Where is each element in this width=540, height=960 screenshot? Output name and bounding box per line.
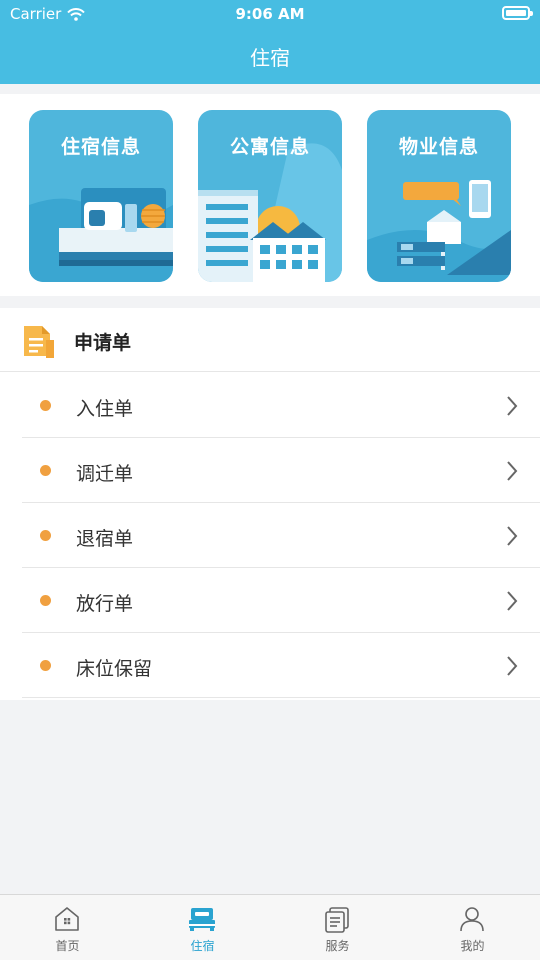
tab-accommodation[interactable]: 住宿 [135, 895, 270, 960]
chevron-right-icon [507, 656, 518, 676]
apartment-info-card[interactable]: 公寓信息 [198, 110, 342, 282]
tab-services[interactable]: 服务 [270, 895, 405, 960]
list-item-label: 入住单 [76, 398, 134, 420]
bullet-dot-icon [40, 530, 51, 541]
chevron-right-icon [507, 461, 518, 481]
property-info-card[interactable]: 物业信息 [367, 110, 511, 282]
chevron-right-icon [507, 396, 518, 416]
tab-profile-label: 我的 [460, 939, 485, 953]
apartment-info-title: 公寓信息 [229, 136, 310, 158]
bed-icon [189, 908, 215, 931]
list-item-bed-reservation[interactable]: 床位保留 [22, 633, 540, 698]
list-item-check-out[interactable]: 退宿单 [22, 503, 540, 568]
tab-home[interactable]: 首页 [0, 895, 135, 960]
list-item-release[interactable]: 放行单 [22, 568, 540, 633]
top-bar: Carrier 9:06 AM 住宿 [0, 0, 540, 84]
documents-icon [325, 907, 349, 933]
list-item-transfer[interactable]: 调迁单 [22, 438, 540, 503]
bullet-dot-icon [40, 400, 51, 411]
applications-header: 申请单 [0, 308, 540, 372]
bullet-dot-icon [40, 465, 51, 476]
battery-icon [502, 6, 533, 20]
list-item-check-in[interactable]: 入住单 [22, 373, 540, 438]
bullet-dot-icon [40, 660, 51, 671]
chevron-right-icon [507, 591, 518, 611]
status-time: 9:06 AM [235, 5, 305, 23]
person-icon [460, 907, 484, 932]
list-item-label: 退宿单 [76, 528, 134, 550]
bullet-dot-icon [40, 595, 51, 606]
accommodation-info-card[interactable]: 住宿信息 [29, 110, 173, 282]
accommodation-info-title: 住宿信息 [60, 136, 141, 158]
tab-profile[interactable]: 我的 [405, 895, 540, 960]
tab-home-label: 首页 [55, 939, 80, 953]
applications-section: 申请单 入住单 调迁单 退宿单 放行单 床位保留 [0, 308, 540, 700]
tab-bar: 首页 住宿 服务 我的 [0, 894, 540, 960]
home-icon [55, 907, 79, 931]
list-item-label: 床位保留 [76, 658, 153, 680]
chevron-right-icon [507, 526, 518, 546]
list-item-label: 调迁单 [76, 463, 134, 485]
list-item-label: 放行单 [76, 593, 134, 615]
status-bar: Carrier 9:06 AM [0, 0, 540, 28]
document-icon [24, 326, 54, 358]
tab-services-label: 服务 [325, 939, 350, 953]
tab-accommodation-label: 住宿 [190, 939, 215, 953]
page-title: 住宿 [250, 46, 290, 70]
applications-title: 申请单 [74, 332, 132, 354]
info-cards-section: 住宿信息 公寓信息 物业信息 [0, 94, 540, 296]
property-info-title: 物业信息 [398, 136, 479, 158]
